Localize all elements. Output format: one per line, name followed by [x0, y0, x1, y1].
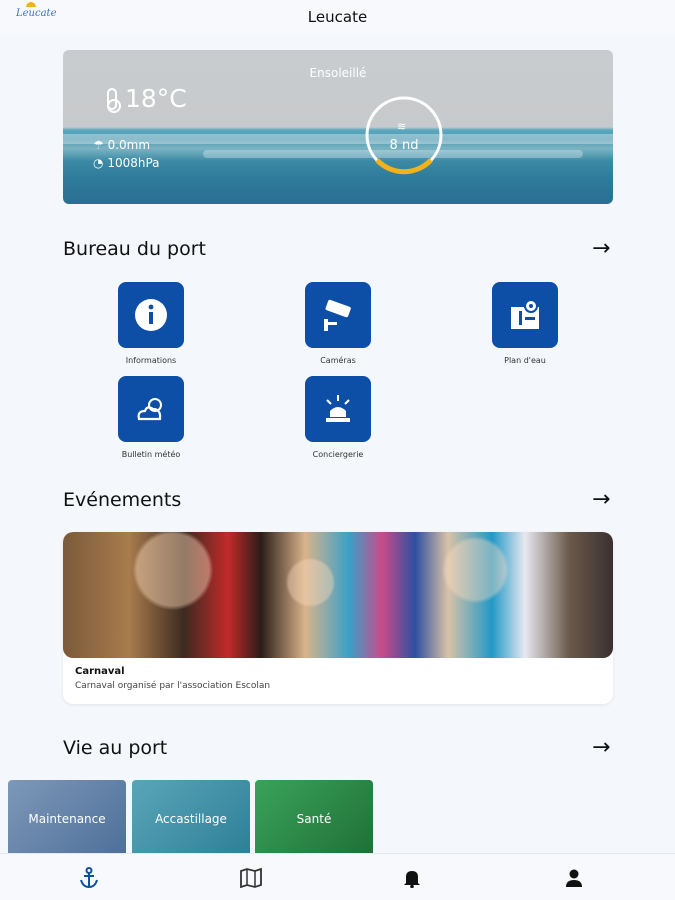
section-title-evenements: Evénements [63, 489, 182, 511]
weather-card[interactable]: Ensoleillé 18°C ☂ 0.0mm ◔ 1008hPa ≋ 8 nd [63, 50, 613, 204]
pressure-value: 1008hPa [107, 156, 160, 170]
tile-cameras[interactable]: Caméras [273, 282, 403, 365]
tile-label: Informations [125, 356, 177, 365]
rainfall-value: 0.0mm [107, 138, 151, 152]
event-subtitle: Carnaval organisé par l'association Esco… [75, 681, 271, 691]
card-label: Accastillage [155, 812, 227, 826]
tile-label: Bulletin météo [121, 450, 181, 459]
bell-icon[interactable] [400, 866, 424, 890]
arrow-right-icon[interactable]: → [592, 236, 610, 261]
rainfall: ☂ 0.0mm [93, 138, 150, 152]
tile-informations[interactable]: Informations [86, 282, 216, 365]
wind-value: 8 nd [389, 138, 419, 153]
tile-label: Caméras [320, 356, 356, 365]
user-icon[interactable] [562, 866, 586, 890]
umbrella-icon: ☂ [93, 138, 104, 152]
event-title: Carnaval [75, 666, 125, 677]
card-maintenance[interactable]: Maintenance [8, 780, 126, 858]
weather-condition: Ensoleillé [309, 66, 367, 80]
tile-label: Plan d'eau [504, 356, 546, 365]
section-title-bureau: Bureau du port [63, 238, 206, 260]
page-title: Leucate [307, 8, 368, 26]
map-pin-icon [492, 282, 558, 348]
anchor-icon[interactable] [77, 866, 101, 890]
tile-label: Conciergerie [312, 450, 364, 459]
tile-bulletin-meteo[interactable]: Bulletin météo [86, 376, 216, 459]
camera-icon [305, 282, 371, 348]
gauge-icon: ◔ [93, 156, 104, 170]
event-photo [63, 532, 613, 658]
card-label: Santé [296, 812, 332, 826]
pressure: ◔ 1008hPa [93, 156, 160, 170]
card-label: Maintenance [28, 812, 106, 826]
tile-plan-eau[interactable]: Plan d'eau [460, 282, 590, 365]
info-icon [118, 282, 184, 348]
top-bar: Leucate Leucate [0, 0, 675, 36]
arrow-right-icon[interactable]: → [592, 735, 610, 760]
thermometer-icon [107, 87, 121, 113]
map-icon[interactable] [239, 866, 263, 890]
wind-icon: ≋ [397, 120, 407, 133]
tile-conciergerie[interactable]: Conciergerie [273, 376, 403, 459]
card-sante[interactable]: Santé [255, 780, 373, 858]
temperature: 18°C [107, 84, 187, 113]
temperature-value: 18°C [125, 84, 187, 113]
card-accastillage[interactable]: Accastillage [132, 780, 250, 858]
section-title-vie: Vie au port [63, 737, 168, 759]
event-card[interactable]: Carnaval Carnaval organisé par l'associa… [63, 532, 613, 704]
wind-gauge-fill [375, 158, 433, 175]
arrow-right-icon[interactable]: → [592, 487, 610, 512]
cloud-sun-icon [118, 376, 184, 442]
bottom-navigation [0, 853, 675, 900]
siren-icon [305, 376, 371, 442]
wind-gauge [365, 96, 443, 175]
sun-icon [26, 2, 36, 7]
